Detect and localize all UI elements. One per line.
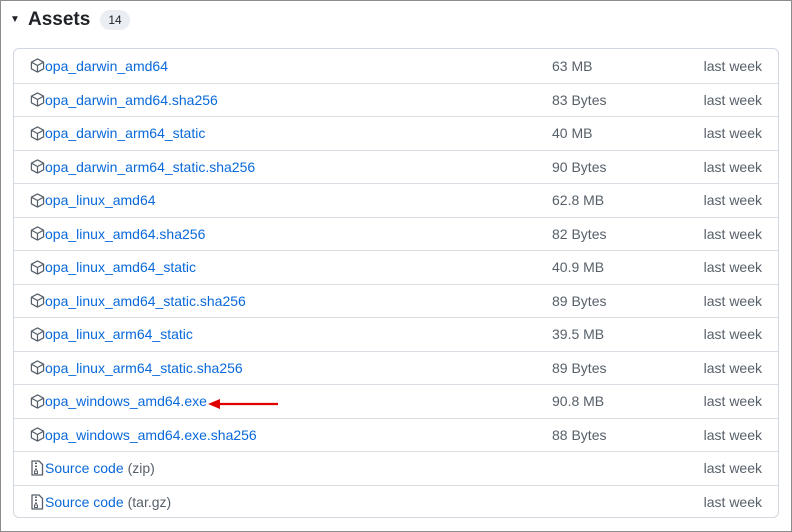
asset-date: last week (703, 192, 762, 209)
asset-format: (tar.gz) (127, 493, 172, 510)
asset-link[interactable]: opa_darwin_arm64_static (45, 117, 205, 150)
asset-name: opa_darwin_amd64 (45, 57, 168, 74)
asset-date: last week (703, 158, 762, 175)
asset-row: opa_darwin_amd64.sha256 83 Bytes last week (14, 82, 778, 117)
asset-size: 90 Bytes (552, 158, 607, 175)
package-icon (29, 259, 45, 275)
asset-name: opa_linux_amd64.sha256 (45, 225, 206, 242)
asset-row: Source code (zip) last week (14, 451, 778, 485)
asset-name: opa_darwin_arm64_static.sha256 (45, 158, 256, 175)
asset-size: 40 MB (552, 125, 593, 142)
asset-link[interactable]: opa_linux_arm64_static.sha256 (45, 352, 243, 385)
asset-link[interactable]: Source code (tar.gz) (45, 486, 172, 518)
asset-date: last week (703, 91, 762, 108)
asset-size: 88 Bytes (552, 426, 607, 443)
asset-date: last week (703, 426, 762, 443)
asset-date: last week (703, 225, 762, 242)
asset-size: 83 Bytes (552, 91, 607, 108)
package-icon (29, 159, 45, 175)
package-icon (29, 393, 45, 409)
asset-row: opa_windows_amd64.exe.sha256 88 Bytes last… (14, 417, 778, 452)
assets-count-badge: 14 (100, 10, 130, 30)
asset-size: 90.8 MB (552, 393, 605, 410)
asset-date: last week (703, 292, 762, 309)
annotation-arrow-icon (208, 399, 278, 409)
asset-link[interactable]: opa_linux_amd64.sha256 (45, 218, 205, 251)
asset-link[interactable]: opa_linux_arm64_static (45, 318, 193, 351)
file-zip-icon (29, 460, 45, 476)
assets-list: opa_darwin_amd64 63 MB last week opa_darwin… (13, 48, 779, 518)
asset-row: opa_darwin_arm64_static.sha256 90 Bytes la… (14, 149, 778, 184)
asset-format: (zip) (127, 460, 155, 477)
asset-name: opa_linux_amd64 (45, 192, 156, 209)
package-icon (29, 226, 45, 242)
asset-name: opa_darwin_arm64_static (45, 125, 206, 142)
asset-link[interactable]: opa_linux_amd64_static (45, 251, 196, 284)
asset-date: last week (703, 326, 762, 343)
asset-date: last week (703, 259, 762, 276)
package-icon (29, 427, 45, 443)
package-icon (29, 57, 45, 73)
asset-size: 82 Bytes (552, 225, 607, 242)
asset-row: opa_linux_amd64.sha256 82 Bytes last week (14, 216, 778, 251)
asset-date: last week (703, 125, 762, 142)
asset-row: opa_linux_arm64_static 39.5 MB last week (14, 317, 778, 351)
asset-row: Source code (tar.gz) last week (14, 484, 778, 518)
asset-name: opa_linux_amd64_static.sha256 (45, 292, 246, 309)
asset-link[interactable]: opa_darwin_arm64_static.sha256 (45, 151, 255, 184)
asset-row: opa_linux_amd64 62.8 MB last week (14, 183, 778, 217)
asset-date: last week (703, 460, 762, 477)
asset-name: opa_linux_arm64_static.sha256 (45, 359, 243, 376)
asset-name: opa_windows_amd64.exe.sha256 (45, 426, 257, 443)
asset-name: Source code (45, 460, 124, 477)
asset-date: last week (703, 57, 762, 74)
asset-date: last week (703, 359, 762, 376)
asset-name: opa_linux_arm64_static (45, 326, 193, 343)
asset-date: last week (703, 393, 762, 410)
asset-link[interactable]: opa_linux_amd64_static.sha256 (45, 285, 246, 318)
package-icon (29, 360, 45, 376)
asset-row: opa_linux_amd64_static.sha256 89 Bytes las… (14, 283, 778, 318)
asset-name: opa_windows_amd64.exe (45, 393, 207, 410)
package-icon (29, 92, 45, 108)
asset-size: 39.5 MB (552, 326, 605, 343)
file-zip-icon (29, 493, 45, 510)
package-icon (29, 192, 45, 208)
package-icon (29, 125, 45, 141)
asset-row: opa_darwin_amd64 63 MB last week (14, 49, 778, 83)
asset-row: opa_linux_arm64_static.sha256 89 Bytes las… (14, 350, 778, 385)
asset-size: 63 MB (552, 57, 593, 74)
asset-size: 89 Bytes (552, 292, 607, 309)
asset-link[interactable]: opa_windows_amd64.exe (45, 385, 207, 418)
asset-name: opa_linux_amd64_static (45, 259, 196, 276)
package-icon (29, 293, 45, 309)
asset-link[interactable]: opa_windows_amd64.exe.sha256 (45, 419, 257, 452)
asset-size: 89 Bytes (552, 359, 607, 376)
asset-link[interactable]: opa_darwin_amd64.sha256 (45, 84, 218, 117)
assets-title: Assets (28, 9, 91, 30)
asset-link[interactable]: Source code (zip) (45, 452, 155, 485)
asset-size: 62.8 MB (552, 192, 605, 209)
asset-size: 40.9 MB (552, 259, 605, 276)
asset-row: opa_windows_amd64.exe 90.8 MB last week (14, 384, 778, 418)
asset-name: opa_darwin_amd64.sha256 (45, 91, 218, 108)
asset-row: opa_darwin_arm64_static 40 MB last week (14, 116, 778, 150)
asset-date: last week (703, 493, 762, 510)
assets-header[interactable]: ▼ Assets 14 (10, 6, 130, 34)
asset-name: Source code (45, 493, 124, 510)
caret-down-icon[interactable]: ▼ (10, 15, 22, 25)
asset-link[interactable]: opa_linux_amd64 (45, 184, 156, 217)
asset-link[interactable]: opa_darwin_amd64 (45, 49, 168, 83)
asset-row: opa_linux_amd64_static 40.9 MB last week (14, 250, 778, 284)
package-icon (29, 326, 45, 342)
